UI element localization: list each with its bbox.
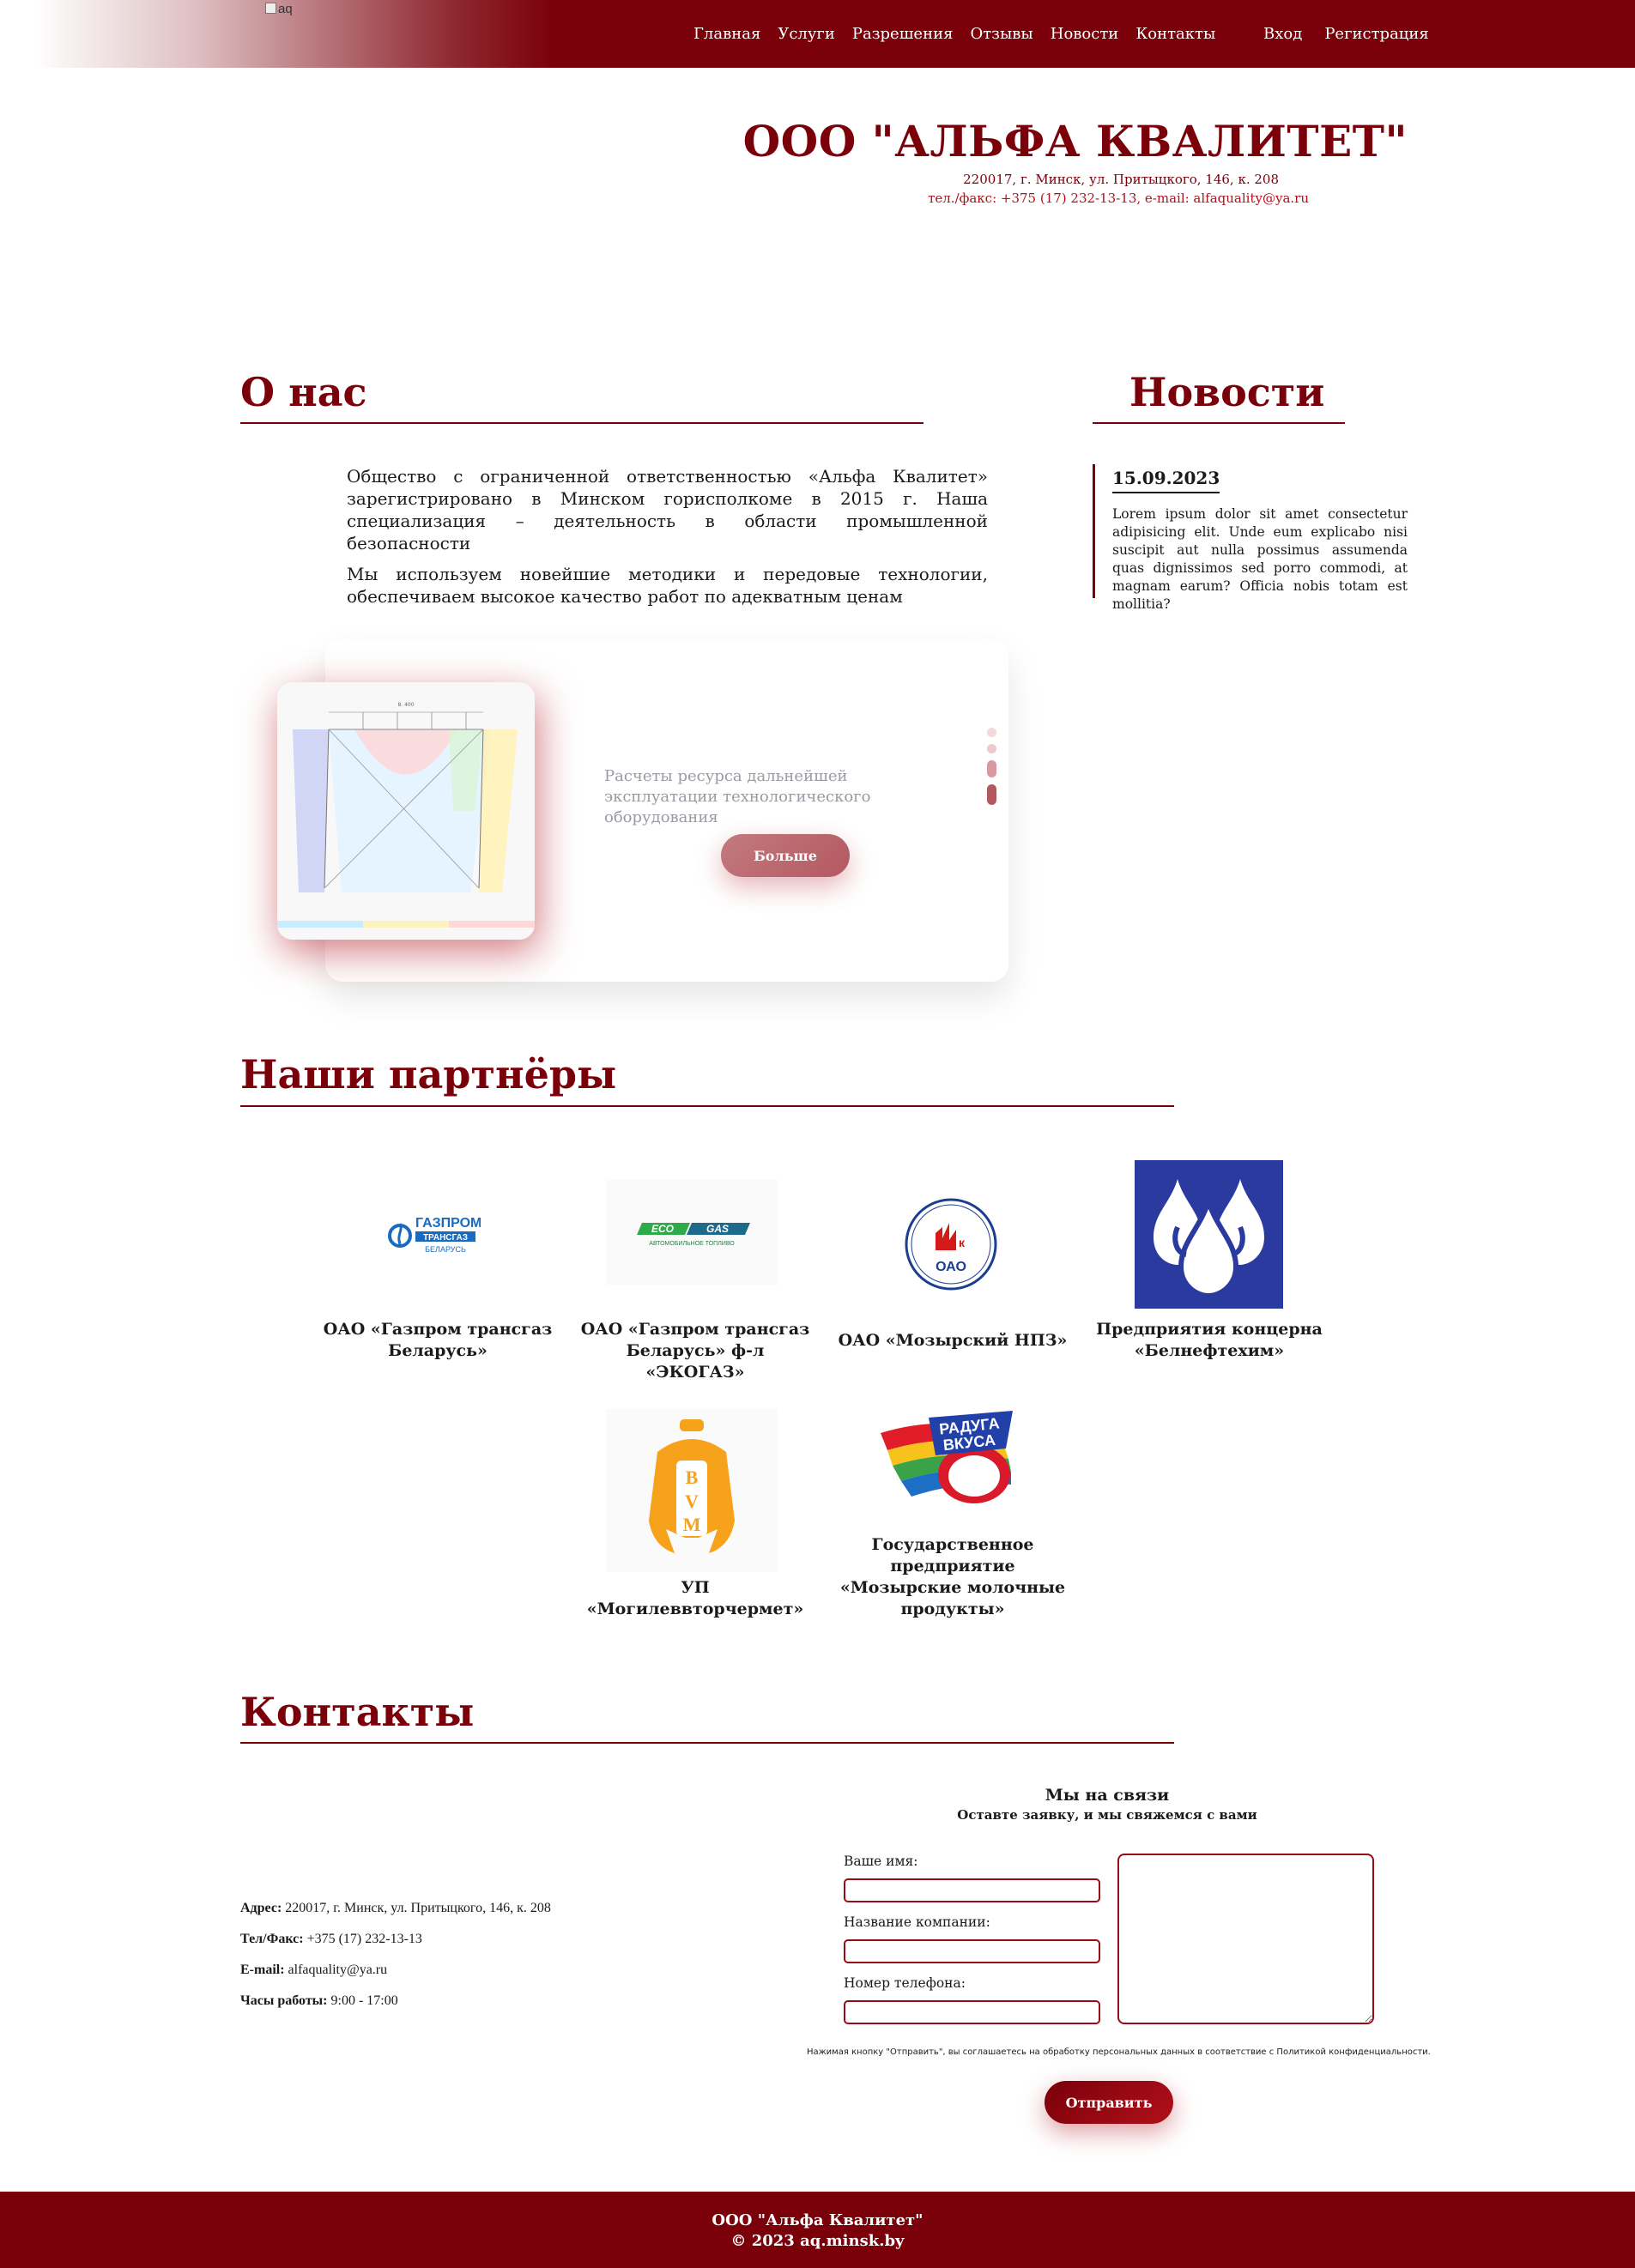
news-title-underline [1093, 422, 1345, 424]
svg-text:GAS: GAS [706, 1223, 729, 1235]
svg-text:V: V [685, 1491, 699, 1512]
mozyr-npz-logo: к ОАО [904, 1197, 998, 1291]
menu-services-link[interactable]: Услуги [778, 25, 835, 43]
top-nav-bar: aq Главная Услуги Разрешения Отзывы Ново… [0, 0, 1635, 68]
engineering-diagram-icon: 8. 400 [277, 682, 535, 940]
phone-field-label: Номер телефона: [844, 1975, 966, 1991]
partner-belneftekhim-name: Предприятия концерна «Белнефтехим» [1096, 1320, 1323, 1360]
logo-image[interactable]: aq [265, 2, 293, 16]
news-date: 15.09.2023 [1112, 468, 1220, 493]
slide-caption: Расчеты ресурса дальнейшей эксплуатации … [604, 767, 871, 826]
name-input[interactable] [844, 1878, 1100, 1902]
menu-news-link[interactable]: Новости [1051, 25, 1119, 43]
svg-text:8. 400: 8. 400 [397, 702, 414, 708]
auth-links: Вход Регистрация [1263, 25, 1429, 43]
partners-title-underline [240, 1105, 1174, 1107]
svg-text:ECO: ECO [651, 1223, 675, 1235]
slider-dot-3[interactable] [987, 760, 996, 777]
contact-hours: Часы работы: 9:00 - 17:00 [240, 1993, 398, 2009]
slider-dot-2[interactable] [987, 744, 996, 753]
slide-image: 8. 400 [277, 682, 535, 940]
company-input[interactable] [844, 1939, 1100, 1963]
logo-alt-text: aq [278, 2, 293, 16]
form-subtitle: Оставте заявку, и мы свяжемся с вами [957, 1807, 1257, 1823]
privacy-note: Нажимая кнопку "Отправить", вы соглашает… [807, 2047, 1431, 2057]
menu-reviews-link[interactable]: Отзывы [970, 25, 1032, 43]
phone-value: +375 (17) 232-13-13 [306, 1932, 422, 1946]
message-textarea[interactable] [1117, 1854, 1374, 2024]
email-label: E-mail: [240, 1963, 285, 1977]
company-contacts: тел./факс: +375 (17) 232-13-13, e-mail: … [928, 191, 1309, 206]
login-link[interactable]: Вход [1263, 25, 1302, 43]
news-title: Новости [1129, 369, 1325, 415]
oil-drops-icon [1135, 1160, 1283, 1309]
company-name: ООО "АЛЬФА КВАЛИТЕТ" [742, 116, 1408, 166]
register-link[interactable]: Регистрация [1324, 25, 1428, 43]
ecogas-logo-icon: ECO GAS АВТОМОБИЛЬНОЕ ТОПЛИВО [637, 1223, 750, 1247]
hours-label: Часы работы: [240, 1993, 328, 2008]
menu-home-link[interactable]: Главная [693, 25, 760, 43]
svg-text:M: M [683, 1514, 701, 1535]
slider-dot-1[interactable] [987, 728, 996, 737]
slide-more-button[interactable]: Больше [721, 834, 850, 877]
hours-value: 9:00 - 17:00 [330, 1993, 398, 2008]
form-title: Мы на связи [1045, 1786, 1170, 1805]
partner-mozyr-npz-name: ОАО «Мозырский НПЗ» [838, 1331, 1068, 1350]
contact-email: E-mail: alfaquality@ya.ru [240, 1963, 387, 1978]
gazprom-logo: ГАЗПРОМ ТРАНСГАЗ БЕЛАРУСЬ [386, 1208, 481, 1260]
partner-raduga-name: Государственное предприятие «Мозырские м… [839, 1535, 1066, 1618]
about-title-underline [240, 422, 923, 424]
about-title: О нас [240, 369, 367, 415]
contacts-title: Контакты [240, 1689, 475, 1735]
contacts-title-underline [240, 1742, 1174, 1744]
email-value: alfaquality@ya.ru [288, 1963, 388, 1977]
ecogas-logo: ECO GAS АВТОМОБИЛЬНОЕ ТОПЛИВО [606, 1180, 778, 1285]
partner-bvm-name: УП «Могилеввторчермет» [586, 1578, 804, 1618]
bvm-logo: B V M [606, 1409, 778, 1572]
company-field-label: Название компании: [844, 1914, 990, 1930]
partner-ecogas-name: ОАО «Газпром трансгаз Беларусь» ф-л «ЭКО… [580, 1320, 810, 1382]
footer: ООО "Альфа Квалитет" © 2023 aq.minsk.by [0, 2192, 1635, 2268]
contact-phone: Тел/Факс: +375 (17) 232-13-13 [240, 1932, 422, 1947]
partners-title: Наши партнёры [240, 1051, 617, 1098]
partner-gazprom-name: ОАО «Газпром трансгаз Беларусь» [323, 1320, 553, 1360]
svg-text:к: к [959, 1236, 966, 1249]
svg-text:ОАО: ОАО [936, 1260, 966, 1274]
about-paragraph-2: Мы используем новейшие методики и передо… [347, 564, 988, 607]
phone-label: Тел/Факс: [240, 1932, 304, 1946]
bvm-claw-icon: B V M [649, 1419, 735, 1553]
svg-text:B: B [686, 1467, 699, 1488]
mozyr-npz-emblem-icon: к ОАО [905, 1198, 997, 1291]
name-field-label: Ваше имя: [844, 1854, 918, 1869]
svg-text:АВТОМОБИЛЬНОЕ ТОПЛИВО: АВТОМОБИЛЬНОЕ ТОПЛИВО [649, 1241, 735, 1247]
gazprom-flame-icon: ГАЗПРОМ ТРАНСГАЗ БЕЛАРУСЬ [388, 1216, 481, 1254]
slider-dot-4-active[interactable] [987, 784, 996, 805]
svg-text:БЕЛАРУСЬ: БЕЛАРУСЬ [425, 1245, 466, 1254]
company-address: 220017, г. Минск, ул. Притыцкого, 146, к… [963, 172, 1279, 187]
about-paragraph-1: Общество с ограниченной ответственностью… [347, 466, 988, 553]
belneftekhim-logo [1135, 1160, 1283, 1309]
broken-image-icon [265, 3, 276, 14]
menu-permits-link[interactable]: Разрешения [852, 25, 954, 43]
news-text: Lorem ipsum dolor sit amet consectetur a… [1112, 506, 1408, 612]
phone-input[interactable] [844, 2000, 1100, 2024]
menu-contacts-link[interactable]: Контакты [1135, 25, 1215, 43]
address-label: Адрес: [240, 1901, 282, 1915]
raduga-vkusa-logo: РАДУГА ВКУСА [875, 1407, 1030, 1510]
rainbow-logo-icon: РАДУГА ВКУСА [881, 1411, 1013, 1503]
footer-copyright: © 2023 aq.minsk.by [730, 2232, 905, 2250]
svg-text:ГАЗПРОМ: ГАЗПРОМ [415, 1216, 481, 1231]
submit-button[interactable]: Отправить [1045, 2081, 1173, 2124]
news-item[interactable]: 15.09.2023 Lorem ipsum dolor sit amet co… [1093, 464, 1408, 612]
contact-address: Адрес: 220017, г. Минск, ул. Притыцкого,… [240, 1901, 551, 1916]
main-menu: Главная Услуги Разрешения Отзывы Новости… [693, 25, 1215, 43]
footer-company: ООО "Альфа Квалитет" [712, 2211, 923, 2229]
address-value: 220017, г. Минск, ул. Притыцкого, 146, к… [285, 1901, 551, 1915]
svg-text:ТРАНСГАЗ: ТРАНСГАЗ [423, 1233, 468, 1243]
